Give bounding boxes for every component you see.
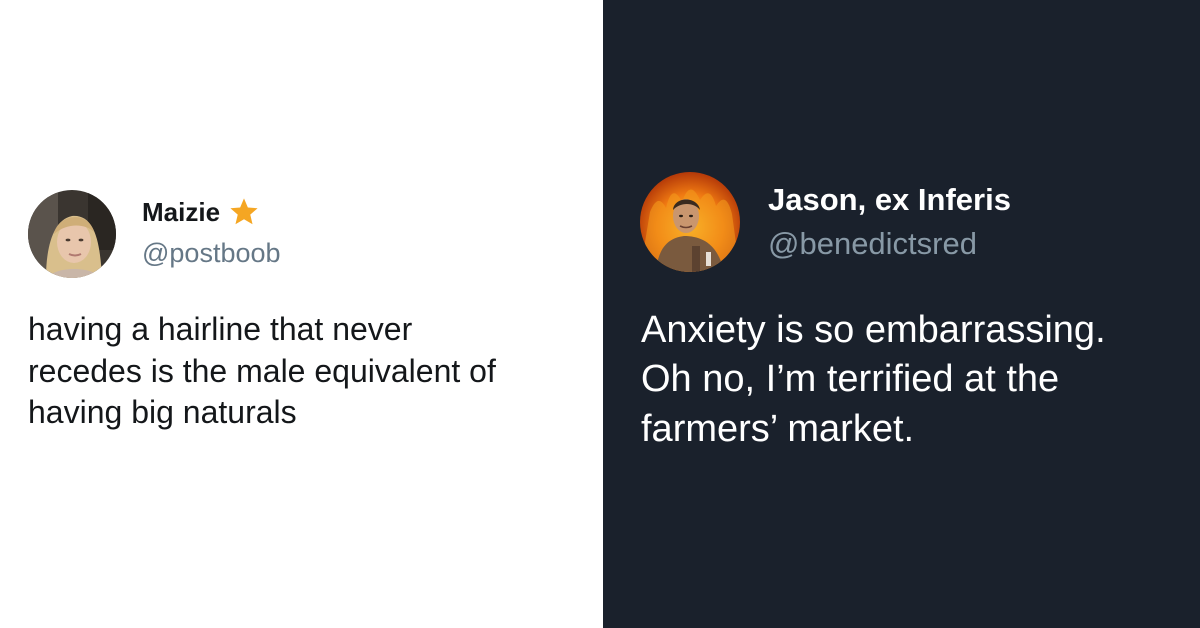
tweet-text: having a hairline that never recedes is … [28,309,588,434]
tweet-text-line: recedes is the male equivalent of [28,352,496,389]
maizie-avatar[interactable] [28,190,116,278]
tweet-text-line: Anxiety is so embarrassing. [641,309,1106,351]
star-icon [228,196,260,228]
user-handle[interactable]: @postboob [142,238,281,269]
tweet-text-line: farmers’ market. [641,407,915,450]
right-tweet-card: Jason, ex Inferis @benedictsred Anxiety … [603,0,1200,628]
user-display-name[interactable]: Jason, ex Inferis [768,182,1011,218]
tweet-text-line: Oh no, I’m terrified at the [641,358,1060,401]
user-handle[interactable]: @benedictsred [768,226,977,262]
left-name-row: Maizie [142,196,260,228]
user-display-name[interactable]: Maizie [142,197,220,228]
tweet-text-line: having big naturals [28,394,297,431]
tweet-text: Anxiety is so embarrassing. Oh no, I’m t… [641,306,1186,454]
left-tweet-card: Maizie @postboob having a hairline that … [0,0,603,628]
tweet-text-line: having a hairline that never [28,311,413,347]
right-name-row: Jason, ex Inferis [768,182,1011,218]
jason-avatar[interactable] [640,172,740,272]
